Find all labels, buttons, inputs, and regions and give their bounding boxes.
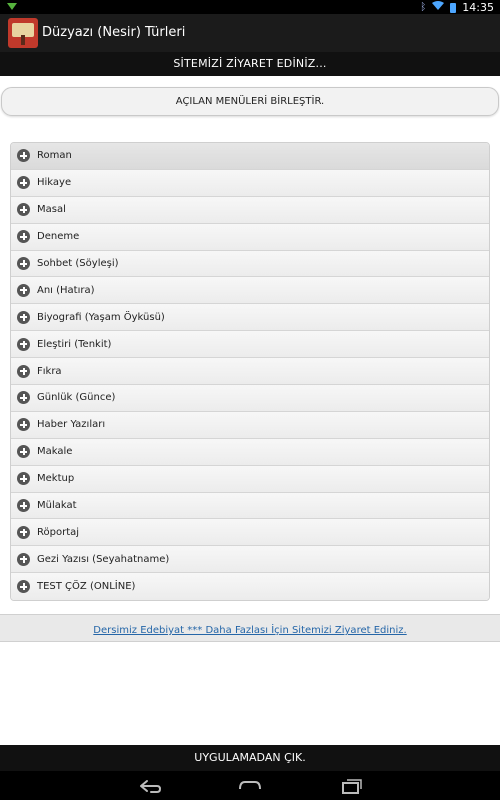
menu-item-test-coz[interactable]: TEST ÇÖZ (ONLİNE)	[11, 573, 489, 601]
plus-circle-icon	[17, 472, 30, 486]
menu-item-label: Biyografi (Yaşam Öyküsü)	[37, 311, 165, 323]
exit-app-button[interactable]: UYGULAMADAN ÇIK.	[0, 745, 500, 771]
menu-item-label: Deneme	[37, 231, 80, 243]
menu-item-biyografi[interactable]: Biyografi (Yaşam Öyküsü)	[11, 304, 489, 332]
menu-item-label: Masal	[37, 204, 66, 216]
menu-item-roman[interactable]: Roman	[11, 143, 489, 170]
back-icon[interactable]	[137, 777, 163, 795]
plus-circle-icon	[17, 257, 30, 270]
menu-item-makale[interactable]: Makale	[11, 438, 489, 466]
plus-circle-icon	[17, 525, 30, 539]
menu-item-label: TEST ÇÖZ (ONLİNE)	[37, 581, 136, 593]
plus-circle-icon	[17, 337, 30, 351]
menu-item-label: Fıkra	[37, 365, 62, 377]
bluetooth-icon: ᛒ	[420, 1, 427, 13]
menu-item-label: Gezi Yazısı (Seyahatname)	[37, 553, 170, 565]
menu-item-label: Makale	[37, 446, 73, 458]
menu-item-fikra[interactable]: Fıkra	[11, 358, 489, 386]
website-link[interactable]: Dersimiz Edebiyat *** Daha Fazlası İçin …	[93, 625, 406, 636]
menu-item-masal[interactable]: Masal	[11, 196, 489, 224]
menu-item-mektup[interactable]: Mektup	[11, 465, 489, 493]
page-title: Düzyazı (Nesir) Türleri	[42, 25, 186, 40]
menu-item-elestiri[interactable]: Eleştiri (Tenkit)	[11, 331, 489, 359]
status-bar: ᛒ 14:35	[0, 0, 500, 14]
clock: 14:35	[462, 1, 494, 14]
footer-link-bar: Dersimiz Edebiyat *** Daha Fazlası İçin …	[0, 614, 500, 642]
menu-item-label: Hikaye	[37, 177, 72, 189]
home-icon[interactable]	[237, 777, 263, 795]
plus-circle-icon	[17, 364, 30, 378]
menu-item-label: Eleştiri (Tenkit)	[37, 338, 112, 350]
wifi-icon	[432, 1, 445, 14]
plus-circle-icon	[17, 499, 30, 513]
visit-site-banner-button[interactable]: SİTEMİZİ ZİYARET EDİNİZ...	[0, 52, 500, 76]
plus-circle-icon	[17, 203, 30, 217]
plus-circle-icon	[17, 552, 30, 566]
menu-item-roportaj[interactable]: Röportaj	[11, 519, 489, 547]
menu-item-label: Mektup	[37, 473, 75, 485]
plus-circle-icon	[17, 418, 30, 432]
menu-item-sohbet[interactable]: Sohbet (Söyleşi)	[11, 250, 489, 278]
plus-circle-icon	[17, 310, 30, 324]
plus-circle-icon	[17, 391, 30, 405]
menu-item-haber-yazilari[interactable]: Haber Yazıları	[11, 411, 489, 439]
menu-item-gezi-yazisi[interactable]: Gezi Yazısı (Seyahatname)	[11, 546, 489, 574]
status-icons: ᛒ 14:35	[420, 1, 494, 14]
menu-accordion: Roman Hikaye Masal Deneme Sohbet (Söyleş…	[10, 142, 490, 602]
plus-circle-icon	[17, 176, 30, 190]
plus-circle-icon	[17, 580, 30, 594]
menu-item-label: Röportaj	[37, 526, 80, 538]
merge-menus-button[interactable]: AÇILAN MENÜLERİ BİRLEŞTİR.	[1, 87, 499, 116]
action-bar: Düzyazı (Nesir) Türleri	[0, 14, 500, 52]
app-logo-icon[interactable]	[8, 18, 38, 48]
menu-item-ani[interactable]: Anı (Hatıra)	[11, 277, 489, 305]
menu-item-label: Sohbet (Söyleşi)	[37, 258, 119, 269]
menu-item-deneme[interactable]: Deneme	[11, 223, 489, 251]
download-notification-icon	[7, 3, 17, 10]
recents-icon[interactable]	[339, 777, 365, 795]
system-nav-bar	[0, 771, 500, 800]
plus-circle-icon	[17, 283, 30, 297]
menu-item-label: Roman	[37, 150, 72, 162]
plus-circle-icon	[17, 445, 30, 459]
plus-circle-icon	[17, 149, 30, 163]
plus-circle-icon	[17, 230, 30, 244]
menu-item-mulakat[interactable]: Mülakat	[11, 492, 489, 520]
menu-item-hikaye[interactable]: Hikaye	[11, 169, 489, 197]
menu-item-gunluk[interactable]: Günlük (Günce)	[11, 385, 489, 412]
menu-item-label: Anı (Hatıra)	[37, 284, 95, 296]
menu-item-label: Mülakat	[37, 500, 77, 512]
menu-item-label: Günlük (Günce)	[37, 392, 116, 404]
menu-item-label: Haber Yazıları	[37, 419, 106, 431]
battery-icon	[450, 2, 457, 13]
